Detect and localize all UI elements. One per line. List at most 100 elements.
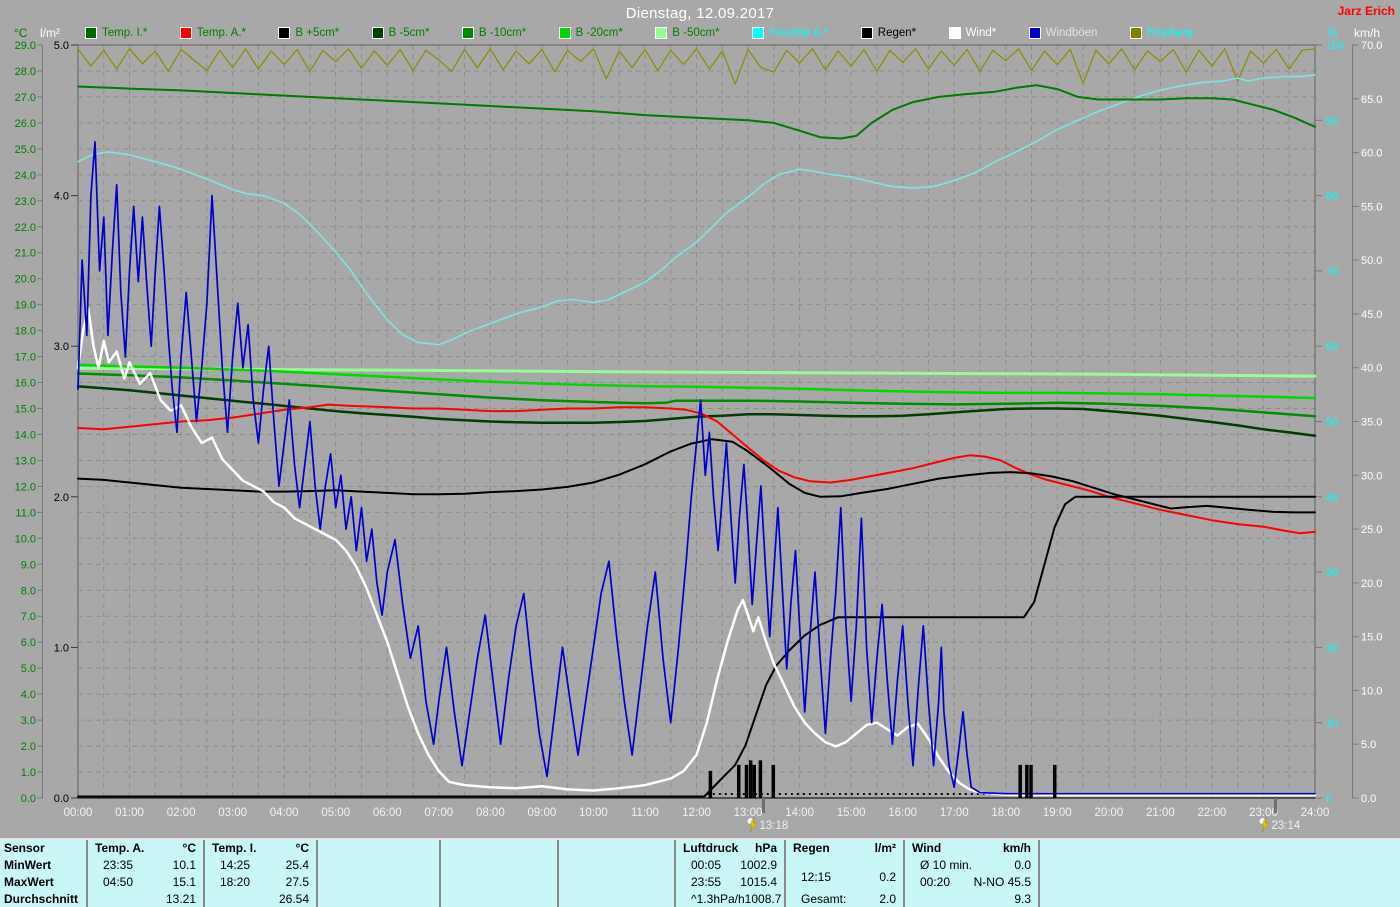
- table-sensor-column: Windkm/hØ 10 min.0.000:20N-NO 45.59.3: [905, 840, 1040, 907]
- temp-axis-tick-label: 10.0: [15, 533, 36, 545]
- hour-tick-label: 24:00: [1301, 807, 1330, 819]
- value-time: Gesamt:: [793, 892, 846, 907]
- sensor-summary-table: SensorMinWertMaxWertDurchschnittTemp. A.…: [0, 838, 1400, 907]
- humidity-axis-tick-label: 60: [1326, 341, 1338, 353]
- hour-tick-label: 00:00: [64, 807, 93, 819]
- wind-axis-tick-label: 35.0: [1361, 417, 1382, 429]
- hour-tick-label: 12:00: [682, 807, 711, 819]
- sensor-name: Luftdruck: [683, 841, 738, 856]
- table-sensor-column: [1040, 840, 1400, 907]
- hour-tick-label: 01:00: [115, 807, 144, 819]
- hour-tick-label: 16:00: [888, 807, 917, 819]
- hour-tick-label: 21:00: [1146, 807, 1175, 819]
- rain-axis-tick-label: 2.0: [54, 492, 69, 504]
- humidity-axis-tick-label: 40: [1326, 492, 1338, 504]
- humidity-axis-tick-label: 10: [1326, 718, 1338, 730]
- wind-axis-tick-label: 65.0: [1361, 94, 1382, 106]
- value-number: 26.54: [279, 892, 309, 907]
- temp-axis-tick-label: 12.0: [15, 481, 36, 493]
- temp-axis-tick-label: 23.0: [15, 196, 36, 208]
- plot-area[interactable]: [78, 45, 1315, 798]
- humidity-axis-tick-label: 70: [1326, 266, 1338, 278]
- humidity-axis-tick-label: 0: [1326, 793, 1332, 805]
- value-time: 00:20: [912, 875, 950, 890]
- temp-axis-tick-label: 8.0: [21, 585, 36, 597]
- temp-axis-tick-label: 20.0: [15, 274, 36, 286]
- value-number: 10.1: [173, 858, 196, 873]
- wind-axis-tick-label: 50.0: [1361, 255, 1382, 267]
- temp-axis-tick-label: 19.0: [15, 300, 36, 312]
- value-number: 25.4: [286, 858, 309, 873]
- sensor-unit: °C: [296, 841, 309, 856]
- wind-axis-tick-label: 25.0: [1361, 524, 1382, 536]
- value-number: 9.3: [1014, 892, 1031, 907]
- table-row-label: Sensor: [0, 841, 86, 856]
- temp-axis-tick-label: 6.0: [21, 637, 36, 649]
- humidity-axis-tick-label: 20: [1326, 642, 1338, 654]
- wind-axis-tick-label: 15.0: [1361, 632, 1382, 644]
- sensor-name: Temp. I.: [212, 841, 256, 856]
- hour-tick-label: 14:00: [785, 807, 814, 819]
- humidity-axis-tick-label: 50: [1326, 417, 1338, 429]
- rain-axis-tick-label: 3.0: [54, 341, 69, 353]
- wind-axis-tick-label: 40.0: [1361, 363, 1382, 375]
- hour-tick-label: 10:00: [579, 807, 608, 819]
- value-number: 1002.9: [740, 858, 777, 873]
- hour-tick-label: 09:00: [527, 807, 556, 819]
- event-marker-time: 13:18: [760, 820, 789, 832]
- temp-axis-tick-label: 25.0: [15, 144, 36, 156]
- value-time: 23:55: [683, 875, 721, 890]
- temp-axis-tick-label: 9.0: [21, 559, 36, 571]
- value-time: 12:15: [793, 870, 831, 885]
- humidity-axis-tick-label: 100: [1326, 40, 1344, 52]
- temp-axis-tick-label: 4.0: [21, 689, 36, 701]
- table-row-labels-column: SensorMinWertMaxWertDurchschnitt: [0, 840, 88, 907]
- humidity-axis-tick-label: 30: [1326, 567, 1338, 579]
- table-sensor-column: [559, 840, 676, 907]
- hour-tick-label: 02:00: [167, 807, 196, 819]
- hour-tick-label: 07:00: [424, 807, 453, 819]
- temp-axis-tick-label: 28.0: [15, 66, 36, 78]
- temp-axis-tick-label: 18.0: [15, 326, 36, 338]
- weather-chart: 29.028.027.026.025.024.023.022.021.020.0…: [0, 0, 1400, 836]
- rain-axis-tick-label: 1.0: [54, 642, 69, 654]
- table-row-label: MaxWert: [0, 875, 86, 890]
- event-marker-time: 23:14: [1271, 820, 1300, 832]
- temp-axis-tick-label: 2.0: [21, 741, 36, 753]
- value-number: 1015.4: [740, 875, 777, 890]
- wind-axis-tick-label: 0.0: [1361, 793, 1376, 805]
- value-time: 00:05: [683, 858, 721, 873]
- table-sensor-column: Temp. I.°C14:2525.418:2027.526.54: [205, 840, 318, 907]
- hour-tick-label: 15:00: [837, 807, 866, 819]
- value-time: 04:50: [95, 875, 133, 890]
- wind-axis-tick-label: 5.0: [1361, 739, 1376, 751]
- table-sensor-column: [318, 840, 441, 907]
- wind-axis-tick-label: 55.0: [1361, 201, 1382, 213]
- value-time: [912, 892, 920, 907]
- value-number: 27.5: [286, 875, 309, 890]
- weather-station-window: Dienstag, 12.09.2017 Jarz Erich °C l/m² …: [0, 0, 1400, 907]
- hour-tick-label: 03:00: [218, 807, 247, 819]
- hour-tick-label: 22:00: [1198, 807, 1227, 819]
- temp-axis-tick-label: 26.0: [15, 118, 36, 130]
- temp-axis-tick-label: 22.0: [15, 222, 36, 234]
- value-time: ^1.3hPa/h: [683, 892, 745, 907]
- temp-axis-tick-label: 27.0: [15, 92, 36, 104]
- sensor-unit: °C: [183, 841, 196, 856]
- hour-tick-label: 23:00: [1249, 807, 1278, 819]
- temp-axis-tick-label: 16.0: [15, 378, 36, 390]
- hour-tick-label: 17:00: [940, 807, 969, 819]
- temp-axis-tick-label: 11.0: [15, 507, 36, 519]
- table-row-label: MinWert: [0, 858, 86, 873]
- value-time: [95, 892, 103, 907]
- value-number: 13.21: [166, 892, 196, 907]
- value-number: 0.2: [879, 870, 896, 885]
- temp-axis-tick-label: 21.0: [15, 248, 36, 260]
- hour-tick-label: 13:00: [734, 807, 763, 819]
- value-number: 15.1: [173, 875, 196, 890]
- table-sensor-column: LuftdruckhPa00:051002.923:551015.4^1.3hP…: [676, 840, 786, 907]
- sensor-name: Regen: [793, 841, 830, 856]
- table-sensor-column: Temp. A.°C23:3510.104:5015.113.21: [88, 840, 205, 907]
- temp-axis-tick-label: 0.0: [21, 793, 36, 805]
- temp-axis-tick-label: 24.0: [15, 170, 36, 182]
